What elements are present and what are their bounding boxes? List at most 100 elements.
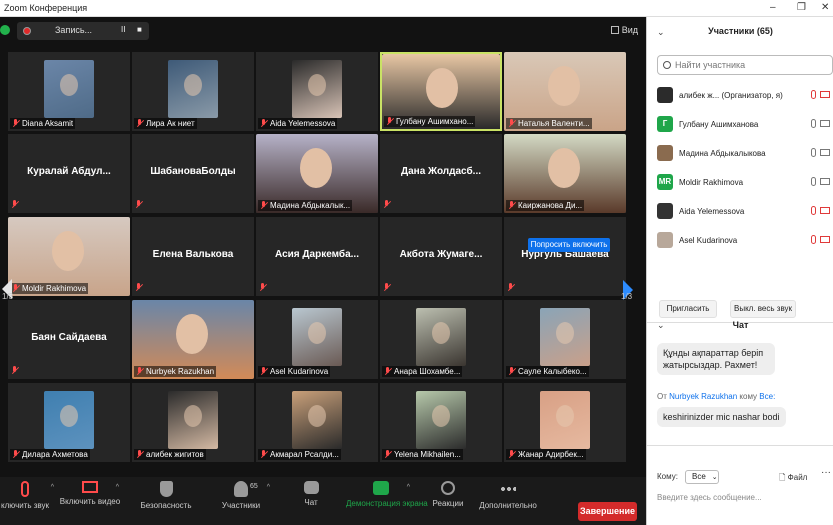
participant-tile[interactable]: Гулбану Ашимхано...	[380, 52, 502, 131]
participant-tile[interactable]: Каиржанова Ди...	[504, 134, 626, 213]
participant-name: Aida Yelemessova	[679, 207, 745, 216]
restore-icon[interactable]: ❐	[797, 2, 806, 13]
mic-muted-icon	[135, 283, 143, 291]
participant-tile[interactable]: Жанар Адирбек...	[504, 383, 626, 462]
toolbar-button-shield[interactable]: Безопасность	[131, 481, 201, 510]
face-shape	[426, 68, 458, 108]
participant-label: алибек жигитов	[134, 449, 206, 460]
participant-name: Asel Kudarinova	[270, 367, 329, 376]
participant-tile[interactable]: Акмарал Рсалди...	[256, 383, 378, 462]
caret-up-icon[interactable]: ^	[51, 484, 54, 491]
participant-name: Moldir Rakhimova	[22, 284, 87, 293]
video-off-icon[interactable]	[820, 207, 830, 214]
participant-label: Diana Aksamit	[10, 118, 76, 129]
recording-indicator: Запись... II ■	[17, 22, 149, 40]
security-shield-icon[interactable]	[0, 25, 10, 35]
minimize-icon[interactable]: –	[770, 2, 776, 13]
participant-tile[interactable]: Aida Yelemessova	[256, 52, 378, 131]
video-off-icon[interactable]	[820, 236, 830, 243]
sender-name-link[interactable]: Nurbyek Razukhan	[669, 392, 737, 401]
video-icon[interactable]	[820, 149, 830, 156]
participant-tile[interactable]: Анара Шохамбе...	[380, 300, 502, 379]
participant-tile[interactable]: Акбота Жумаге...	[380, 217, 502, 296]
mic-muted-icon	[384, 367, 392, 375]
caret-up-icon[interactable]: ^	[267, 484, 270, 491]
invite-button[interactable]: Пригласить	[659, 300, 717, 318]
recording-dot-icon	[23, 27, 31, 35]
toolbar-button-mic-muted[interactable]: ^ ключить звук	[0, 481, 60, 510]
meeting-toolbar: ^ ключить звук ^ Включить видео Безопасность…	[0, 477, 646, 525]
participant-search-input[interactable]: Найти участника	[657, 55, 833, 75]
participant-label: Дилара Ахметова	[10, 449, 90, 460]
toolbar-label: Безопасность	[140, 501, 192, 510]
caret-up-icon[interactable]: ^	[116, 484, 119, 491]
page-indicator-left: 1/3	[2, 292, 14, 301]
face-shape	[556, 405, 574, 427]
participant-tile[interactable]: Нургуль Башаева	[504, 217, 626, 296]
view-button[interactable]: Вид	[610, 25, 638, 35]
stop-recording-button[interactable]: ■	[137, 25, 142, 34]
caret-up-icon[interactable]: ^	[407, 484, 410, 491]
chat-input[interactable]: Введите здесь сообщение...	[657, 493, 762, 502]
participant-name: Diana Aksamit	[22, 119, 74, 128]
participant-tile[interactable]: Наталья Валенти...	[504, 52, 626, 131]
participant-tile[interactable]: Yelena Mikhailen...	[380, 383, 502, 462]
face-shape	[308, 74, 326, 96]
mic-muted-icon	[11, 366, 19, 374]
mic-muted-icon[interactable]	[811, 206, 816, 215]
participant-tile[interactable]: Сауле Калыбеко...	[504, 300, 626, 379]
participant-row[interactable]: Aida Yelemessova	[657, 198, 833, 224]
face-shape	[556, 322, 574, 344]
participant-tile[interactable]: Дана Жолдасб...	[380, 134, 502, 213]
mic-icon[interactable]	[811, 177, 816, 186]
mic-muted-icon[interactable]	[811, 235, 816, 244]
video-off-icon[interactable]	[820, 91, 830, 98]
participant-tile[interactable]: Баян Сайдаева	[8, 300, 130, 379]
participant-row[interactable]: алибек ж... (Организатор, я)	[657, 82, 833, 108]
participant-name: Мадина Абдыкалык...	[270, 201, 351, 210]
video-icon[interactable]	[820, 120, 830, 127]
participant-tile[interactable]: Асия Даркемба...	[256, 217, 378, 296]
toolbar-button-share-screen[interactable]: ^ Демонстрация экрана	[346, 481, 428, 508]
mic-muted-icon[interactable]	[811, 90, 816, 99]
mic-icon[interactable]	[811, 148, 816, 157]
participant-tile[interactable]: Куралай Абдул...	[8, 134, 130, 213]
file-button[interactable]: 🗋 Файл	[779, 472, 807, 486]
participant-row[interactable]: Asel Kudarinova	[657, 227, 833, 253]
toolbar-button-chat[interactable]: Чат	[276, 481, 346, 507]
participant-tile[interactable]: Moldir Rakhimova	[8, 217, 130, 296]
participant-tile[interactable]: Дилара Ахметова	[8, 383, 130, 462]
participant-tile[interactable]: Елена Валькова	[132, 217, 254, 296]
participant-name: алибек ж... (Организатор, я)	[679, 91, 783, 100]
toolbar-button-video-off[interactable]: ^ Включить видео	[55, 481, 125, 506]
close-icon[interactable]: ✕	[821, 2, 829, 13]
participant-row[interactable]: Г Гулбану Ашимханова	[657, 111, 833, 137]
avatar	[657, 145, 673, 161]
pause-recording-button[interactable]: II	[121, 25, 125, 34]
toolbar-button-participants[interactable]: 65 ^ Участники	[206, 481, 276, 510]
participant-tile[interactable]: алибек жигитов	[132, 383, 254, 462]
mic-icon[interactable]	[811, 119, 816, 128]
chat-more-icon[interactable]: ···	[821, 467, 831, 478]
video-icon[interactable]	[820, 178, 830, 185]
participant-tile[interactable]: Мадина Абдыкалык...	[256, 134, 378, 213]
participant-name: Aida Yelemessova	[270, 119, 336, 128]
participant-row[interactable]: Мадина Абдыкалыкова	[657, 140, 833, 166]
participant-row[interactable]: MR Moldir Rakhimova	[657, 169, 833, 195]
mic-muted-icon	[260, 119, 268, 127]
participant-tile[interactable]: Nurbyek Razukhan	[132, 300, 254, 379]
meeting-top-bar: Запись... II ■ Вид	[0, 17, 646, 45]
participant-tile[interactable]: ШабановаБолды	[132, 134, 254, 213]
mic-muted-icon	[260, 450, 268, 458]
mic-muted-icon	[21, 481, 29, 497]
mic-muted-icon	[383, 283, 391, 291]
mute-all-button[interactable]: Выкл. весь звук	[730, 300, 796, 318]
chat-recipient-select[interactable]: Все ⌄	[685, 470, 719, 484]
participant-name: Лира Ак ниет	[146, 119, 195, 128]
participant-tile[interactable]: Лира Ак ниет	[132, 52, 254, 131]
toolbar-button-more[interactable]: Дополнительно	[473, 481, 543, 510]
participant-tile[interactable]: Asel Kudarinova	[256, 300, 378, 379]
participant-tile[interactable]: Diana Aksamit	[8, 52, 130, 131]
ask-to-unmute-button[interactable]: Попросить включить	[528, 238, 610, 252]
end-meeting-button[interactable]: Завершение	[578, 502, 637, 521]
